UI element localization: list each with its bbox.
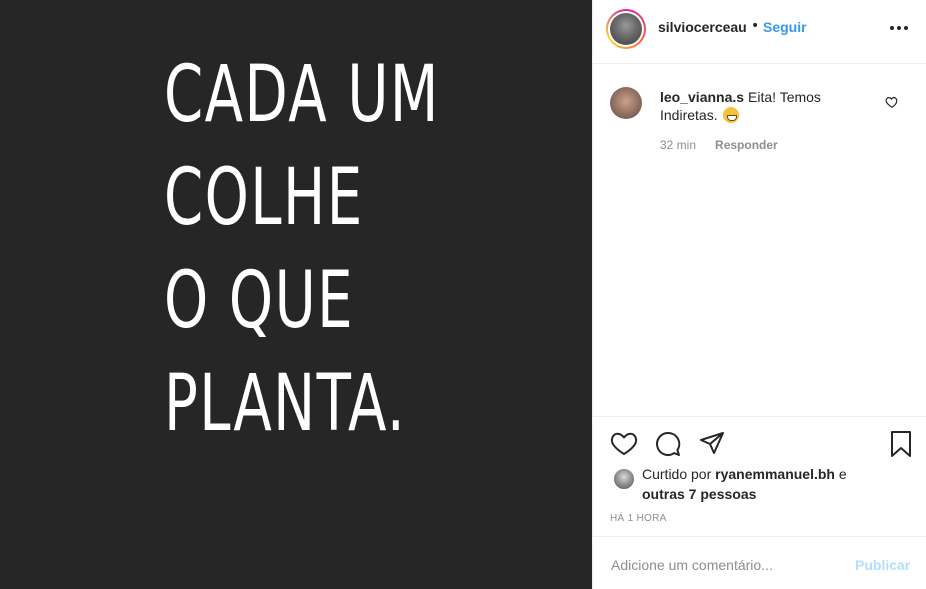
quote-line: O QUE [164, 256, 355, 346]
liker-username[interactable]: ryanemmanuel.bh [715, 466, 835, 482]
author-avatar[interactable] [606, 9, 646, 49]
liker-avatar[interactable] [613, 468, 635, 490]
post-image[interactable]: CADA UM COLHE O QUE PLANTA. [0, 0, 592, 589]
share-icon[interactable] [698, 430, 726, 458]
reply-button[interactable]: Responder [715, 138, 778, 152]
comment-text-block: leo_vianna.s Eita! Temos Indiretas. [660, 88, 880, 124]
comment-meta: 32 min Responder [660, 138, 778, 152]
comment-icon[interactable] [654, 430, 682, 458]
author-username[interactable]: silviocerceau [658, 19, 747, 35]
likes-text: Curtido por ryanemmanuel.bh e outras 7 p… [642, 464, 912, 504]
post-sidebar: silviocerceau • Seguir leo_vianna.s Eita!… [592, 0, 926, 589]
publish-button[interactable]: Publicar [855, 557, 910, 573]
comment-heart-icon[interactable] [885, 95, 899, 109]
separator-dot: • [751, 18, 760, 34]
likes-prefix: Curtido por [642, 466, 712, 482]
add-comment-bar: Publicar [593, 536, 926, 589]
comment-time: 32 min [660, 138, 697, 152]
likes-others-link[interactable]: outras 7 pessoas [642, 486, 756, 502]
post-timestamp[interactable]: HÁ 1 HORA [610, 513, 667, 524]
heart-icon[interactable] [610, 430, 638, 458]
commenter-avatar[interactable] [610, 87, 642, 119]
post-quote: CADA UM COLHE O QUE PLANTA. [164, 44, 547, 456]
quote-line: CADA UM [164, 50, 440, 140]
quote-line: PLANTA. [164, 359, 407, 449]
quote-line: COLHE [164, 153, 364, 243]
more-options-icon[interactable] [887, 16, 911, 40]
commenter-username[interactable]: leo_vianna.s [660, 89, 744, 105]
post-header: silviocerceau • Seguir [593, 0, 926, 64]
follow-button[interactable]: Seguir [763, 19, 807, 35]
action-bar [593, 416, 926, 470]
bookmark-icon[interactable] [887, 430, 915, 458]
comment-input[interactable] [611, 555, 841, 575]
grinning-face-icon [723, 107, 740, 123]
author-avatar-photo [610, 13, 642, 45]
likes-conjunction: e [838, 466, 847, 482]
